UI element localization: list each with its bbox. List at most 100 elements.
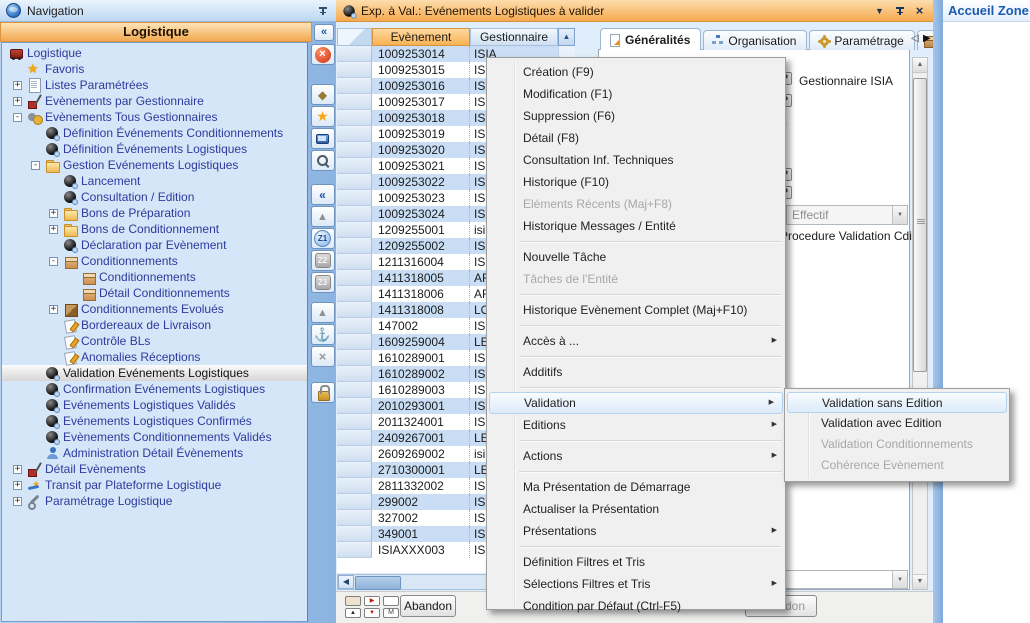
menu-item-modification-f1[interactable]: Modification (F1) — [487, 83, 785, 105]
tree-item-transit-par-plateforme-logistique[interactable]: +Transit par Plateforme Logistique — [2, 477, 307, 493]
menu-item-actions[interactable]: Actions▶ — [487, 445, 785, 467]
tree-expander-icon[interactable]: + — [49, 225, 58, 234]
record-blank-button[interactable] — [345, 596, 361, 606]
row-header-cell[interactable] — [337, 142, 372, 158]
toolbar-favorite-star-button[interactable] — [311, 106, 335, 127]
menu-item-validation[interactable]: Validation▶ — [489, 392, 783, 414]
accueil-zone2-tab[interactable]: Accueil Zone 2 — [943, 0, 1030, 22]
column-header-gestionnaire[interactable]: Gestionnaire — [470, 28, 558, 46]
tree-item-bons-de-preparation[interactable]: +Bons de Préparation — [2, 205, 307, 221]
row-header-cell[interactable] — [337, 462, 372, 478]
toolbar-z3-button[interactable]: Z3 — [311, 272, 335, 293]
record-last-button[interactable] — [383, 608, 399, 618]
row-header-cell[interactable] — [337, 286, 372, 302]
chevron-down-icon[interactable]: ▼ — [892, 571, 907, 588]
tree-expander-icon[interactable]: + — [49, 305, 58, 314]
row-header-cell[interactable] — [337, 94, 372, 110]
row-header-cell[interactable] — [337, 190, 372, 206]
menu-item-condition-par-defaut-ctrl-f5[interactable]: Condition par Défaut (Ctrl-F5) — [487, 595, 785, 617]
row-header-cell[interactable] — [337, 302, 372, 318]
tree-item-listes-parametrees[interactable]: +Listes Paramétrées — [2, 77, 307, 93]
tree-expander-icon[interactable]: + — [13, 81, 22, 90]
row-header-cell[interactable] — [337, 366, 372, 382]
window-menu-button[interactable]: ▼ — [872, 4, 887, 18]
tab-scroll-right-icon[interactable]: ▶ — [923, 33, 931, 44]
tree-item-validation-evenements-logistiques[interactable]: Validation Evénements Logistiques — [2, 365, 307, 381]
row-header-cell[interactable] — [337, 350, 372, 366]
row-header-cell[interactable] — [337, 398, 372, 414]
tab-scroll-left-icon[interactable]: ◁ — [911, 33, 919, 44]
menu-item-nouvelle-tache[interactable]: Nouvelle Tâche — [487, 246, 785, 268]
menu-item-definition-filtres-et-tris[interactable]: Définition Filtres et Tris — [487, 551, 785, 573]
pin-icon[interactable] — [316, 4, 330, 18]
pin-icon[interactable] — [892, 4, 907, 18]
row-header-cell[interactable] — [337, 478, 372, 494]
row-header-cell[interactable] — [337, 126, 372, 142]
toolbar-search-button[interactable] — [311, 150, 335, 171]
tree-item-evenements-tous-gestionnaires[interactable]: -Evènements Tous Gestionnaires — [2, 109, 307, 125]
toolbar-arrow-up-button[interactable] — [311, 206, 335, 227]
record-empty-button[interactable] — [383, 596, 399, 606]
record-up-button[interactable] — [345, 608, 361, 618]
tree-item-controle-bls[interactable]: Contrôle BLs — [2, 333, 307, 349]
collapse-panel-button[interactable]: « — [314, 24, 334, 41]
scrollbar-thumb[interactable] — [913, 78, 927, 372]
toolbar-clear-x-button[interactable] — [311, 346, 335, 367]
tree-item-evenements-par-gestionnaire[interactable]: +Evènements par Gestionnaire — [2, 93, 307, 109]
row-header-cell[interactable] — [337, 270, 372, 286]
tree-expander-icon[interactable]: - — [13, 113, 22, 122]
submenu-item-validation-avec-edition[interactable]: Validation avec Edition — [785, 413, 1009, 434]
tree-item-consultation-edition[interactable]: Consultation / Edition — [2, 189, 307, 205]
menu-item-selections-filtres-et-tris[interactable]: Sélections Filtres et Tris▶ — [487, 573, 785, 595]
tree-item-bordereaux-de-livraison[interactable]: Bordereaux de Livraison — [2, 317, 307, 333]
toolbar-z2-button[interactable]: Z2 — [311, 250, 335, 271]
scroll-up-icon[interactable]: ▲ — [913, 58, 927, 73]
row-header-cell[interactable] — [337, 542, 372, 558]
tree-expander-icon[interactable]: + — [13, 481, 22, 490]
toolbar-monitor-button[interactable] — [311, 128, 335, 149]
toolbar-lock-button[interactable] — [311, 382, 335, 403]
tree-item-evenements-logistiques-confirmes[interactable]: Evénements Logistiques Confirmés — [2, 413, 307, 429]
grid-scroll-up-button[interactable]: ▲ — [558, 28, 575, 46]
zone-splitter[interactable] — [933, 0, 943, 623]
menu-item-historique-evenement-complet-maj-f10[interactable]: Historique Evènement Complet (Maj+F10) — [487, 299, 785, 321]
scroll-left-icon[interactable]: ◀ — [338, 575, 354, 589]
toolbar-close-window-button[interactable] — [311, 44, 335, 65]
tree-item-parametrage-logistique[interactable]: +Paramétrage Logistique — [2, 493, 307, 509]
row-header-cell[interactable] — [337, 46, 372, 62]
row-header-cell[interactable] — [337, 510, 372, 526]
tree-expander-icon[interactable]: + — [13, 97, 22, 106]
tree-item-bons-de-conditionnement[interactable]: +Bons de Conditionnement — [2, 221, 307, 237]
row-header-cell[interactable] — [337, 526, 372, 542]
record-flag-button[interactable] — [364, 596, 380, 606]
row-header-cell[interactable] — [337, 494, 372, 510]
tree-item-detail-conditionnements[interactable]: Détail Conditionnements — [2, 285, 307, 301]
tree-item-declaration-par-evenement[interactable]: Déclaration par Evènement — [2, 237, 307, 253]
row-header-cell[interactable] — [337, 158, 372, 174]
row-header-cell[interactable] — [337, 446, 372, 462]
menu-item-actualiser-la-presentation[interactable]: Actualiser la Présentation — [487, 498, 785, 520]
tree-item-lancement[interactable]: Lancement — [2, 173, 307, 189]
row-header-cell[interactable] — [337, 110, 372, 126]
close-icon[interactable]: × — [912, 4, 927, 18]
menu-item-historique-f10[interactable]: Historique (F10) — [487, 171, 785, 193]
tree-item-administration-detail-evenements[interactable]: Administration Détail Évènements — [2, 445, 307, 461]
tab-parametrage[interactable]: Paramétrage — [809, 30, 914, 50]
toolbar-z1-button[interactable]: Z1 — [311, 228, 335, 249]
tab-generalites[interactable]: Généralités — [600, 28, 701, 50]
tree-item-detail-evenements[interactable]: +Détail Evènements — [2, 461, 307, 477]
record-down-button[interactable] — [364, 608, 380, 618]
row-header-cell[interactable] — [337, 430, 372, 446]
tree-item-definition-evenements-conditionnements[interactable]: Définition Événements Conditionnements — [2, 125, 307, 141]
tree-item-logistique[interactable]: Logistique — [2, 45, 307, 61]
row-header-cell[interactable] — [337, 318, 372, 334]
effectif-select[interactable]: Effectif ▼ — [786, 205, 908, 225]
tree-expander-icon[interactable]: - — [31, 161, 40, 170]
tree-item-evenements-logistiques-valides[interactable]: Evénements Logistiques Validés — [2, 397, 307, 413]
tree-item-evenements-conditionnements-valides[interactable]: Evènements Conditionnements Validés — [2, 429, 307, 445]
toolbar-collapse-left-button[interactable] — [311, 184, 335, 205]
menu-item-consultation-inf-techniques[interactable]: Consultation Inf. Techniques — [487, 149, 785, 171]
menu-item-presentations[interactable]: Présentations▶ — [487, 520, 785, 542]
toolbar-anchor-button[interactable] — [311, 324, 335, 345]
tree-expander-icon[interactable]: + — [49, 209, 58, 218]
